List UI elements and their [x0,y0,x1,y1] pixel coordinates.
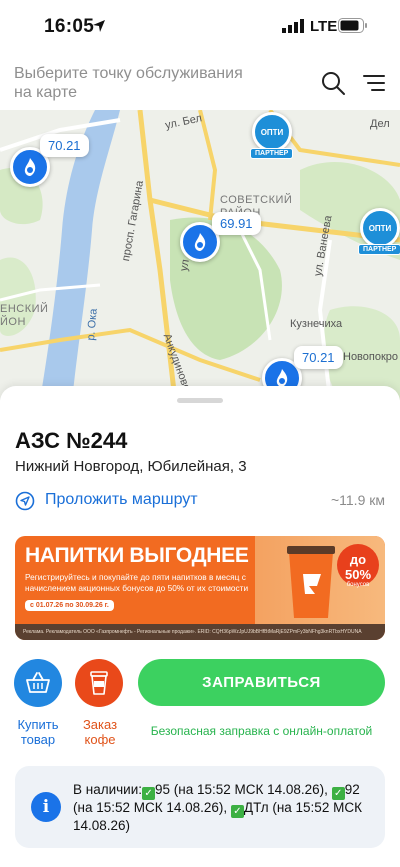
fuel-92-time: (на 15:52 МСК 14.08.26), [73,800,228,815]
fuel-dt-date: 14.08.26) [73,818,131,833]
flame-icon [24,158,36,176]
promo-legal: Реклама. Рекламодатель ООО «Газпромнефть… [15,624,385,640]
partner-pin-label: ОПТИ [368,223,392,233]
station-address: Нижний Новгород, Юбилейная, 3 [15,458,247,475]
map-label: Новопокро [343,351,399,363]
price-tag[interactable]: 70.21 [294,346,343,369]
status-time: 16:05 [44,16,95,37]
check-icon: ✓ [331,787,345,800]
map-prompt: Выберите точку обслуживания на карте [14,65,243,101]
coffee-cup-icon [287,546,335,618]
route-distance: ~11.9 км [330,492,385,508]
route-row[interactable]: Проложить маршрут ~11.9 км [15,489,385,515]
price-tag[interactable]: 69.91 [212,212,261,235]
promo-title: НАПИТКИ ВЫГОДНЕЕ [25,544,249,567]
fuel-dt: ДТл (на 15:52 МСК [243,800,362,815]
network-label: LTE [310,18,338,35]
navigation-icon [15,491,35,511]
buy-goods-label[interactable]: Купить товар [8,717,68,747]
fuel-95: 95 (на 15:52 МСК 14.08.26), [155,782,328,797]
check-icon: ✓ [142,787,156,800]
search-icon[interactable] [320,70,346,96]
partner-tag: ПАРТНЕР [250,148,294,159]
basket-icon [26,672,50,693]
promo-badge: до 50% бонусов [337,544,379,588]
partner-tag: ПАРТНЕР [358,244,400,255]
menu-icon[interactable] [362,72,386,94]
order-coffee-label[interactable]: Заказ кофе [70,717,130,747]
promo-dates: с 01.07.26 по 30.09.26 г. [25,600,114,611]
refuel-subtitle: Безопасная заправка с онлайн-оплатой [150,724,373,738]
map-label: Кузнечиха [290,318,343,330]
promo-badge-percent: до 50% [344,552,372,582]
status-bar: 16:05 LTE [0,0,400,52]
availability-card: i В наличии: ✓ 95 (на 15:52 МСК 14.08.26),… [15,766,385,848]
battery-icon [338,18,367,33]
route-link[interactable]: Проложить маршрут [45,491,198,509]
availability-text: В наличии: ✓ 95 (на 15:52 МСК 14.08.26), ✓… [73,782,373,833]
partner-pin[interactable]: ОПТИ [360,208,400,248]
map-label: ЕНСКИЙ ЙОН [0,303,49,328]
availability-prefix: В наличии: [73,782,143,797]
partner-pin-label: ОПТИ [260,127,284,137]
promo-text: Регистрируйтесь и покупайте до пяти напи… [25,572,249,593]
map-label: ул [178,258,192,273]
header: Выберите точку обслуживания на карте [0,52,400,110]
sheet-grabber[interactable] [177,398,223,403]
partner-pin[interactable]: ОПТИ [252,112,292,152]
promo-image: до 50% бонусов [255,536,385,624]
order-coffee-button[interactable] [75,659,123,707]
coffee-icon [90,671,108,695]
price-tag[interactable]: 70.21 [40,134,89,157]
station-title: АЗС №244 [15,428,128,453]
check-icon: ✓ [230,805,244,818]
station-sheet: АЗС №244 Нижний Новгород, Юбилейная, 3 П… [0,386,400,867]
info-icon: i [31,792,61,822]
signal-icon [282,19,304,33]
map-view[interactable]: ул. Бел Дел СОВЕТСКИЙ РАЙОН просп. Гагар… [0,110,400,400]
promo-banner[interactable]: НАПИТКИ ВЫГОДНЕЕ Регистрируйтесь и покуп… [15,536,385,640]
buy-goods-button[interactable] [14,659,62,707]
fuel-92: 92 [344,782,360,797]
promo-content: НАПИТКИ ВЫГОДНЕЕ Регистрируйтесь и покуп… [15,536,255,624]
promo-badge-sub: бонусов [346,582,370,588]
map-label: Дел [370,118,390,130]
location-arrow-icon [93,20,105,32]
flame-icon [194,233,206,251]
refuel-button[interactable]: ЗАПРАВИТЬСЯ [138,659,385,706]
